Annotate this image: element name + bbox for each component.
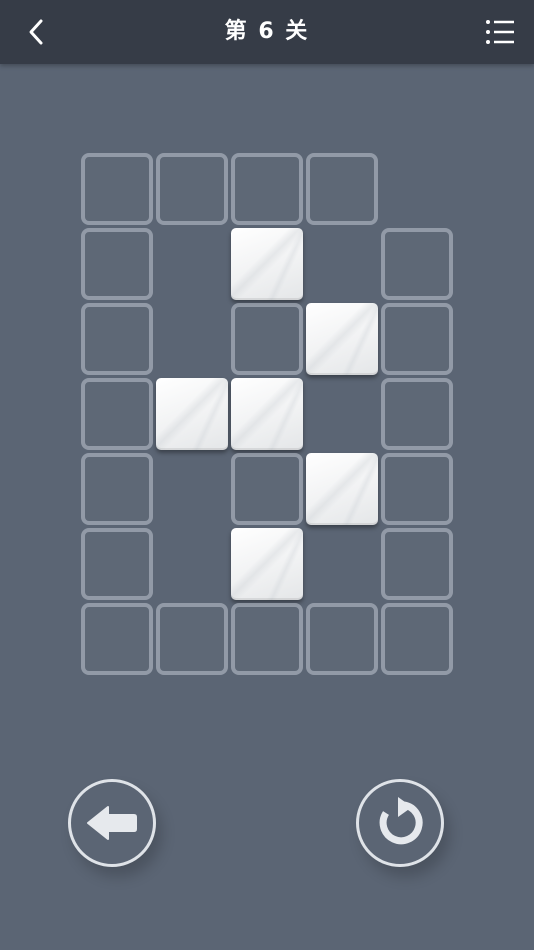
undo-button[interactable]	[68, 779, 156, 867]
game-board	[81, 153, 453, 675]
empty-slot[interactable]	[156, 153, 228, 225]
empty-slot[interactable]	[381, 378, 453, 450]
empty-slot[interactable]	[381, 453, 453, 525]
empty-slot[interactable]	[81, 453, 153, 525]
top-bar: 第 6 关	[0, 0, 534, 64]
marble-tile[interactable]	[231, 228, 303, 300]
empty-slot[interactable]	[81, 303, 153, 375]
empty-slot[interactable]	[306, 153, 378, 225]
marble-tile[interactable]	[306, 303, 378, 375]
list-menu-icon	[486, 20, 514, 44]
empty-slot[interactable]	[381, 603, 453, 675]
marble-tile[interactable]	[306, 453, 378, 525]
restart-button[interactable]	[356, 779, 444, 867]
marble-tile[interactable]	[231, 378, 303, 450]
marble-tile[interactable]	[156, 378, 228, 450]
empty-slot[interactable]	[231, 453, 303, 525]
empty-slot[interactable]	[381, 303, 453, 375]
empty-slot[interactable]	[81, 228, 153, 300]
empty-slot[interactable]	[231, 303, 303, 375]
arrow-left-icon	[87, 806, 137, 840]
marble-tile[interactable]	[231, 528, 303, 600]
empty-slot[interactable]	[81, 153, 153, 225]
empty-slot[interactable]	[81, 603, 153, 675]
empty-slot[interactable]	[231, 153, 303, 225]
empty-slot[interactable]	[156, 603, 228, 675]
empty-slot[interactable]	[381, 528, 453, 600]
empty-slot[interactable]	[81, 528, 153, 600]
empty-slot[interactable]	[231, 603, 303, 675]
empty-slot[interactable]	[81, 378, 153, 450]
empty-slot[interactable]	[306, 603, 378, 675]
empty-slot[interactable]	[381, 228, 453, 300]
menu-button[interactable]	[482, 14, 518, 50]
restart-icon	[379, 797, 423, 845]
level-title: 第 6 关	[224, 19, 310, 44]
